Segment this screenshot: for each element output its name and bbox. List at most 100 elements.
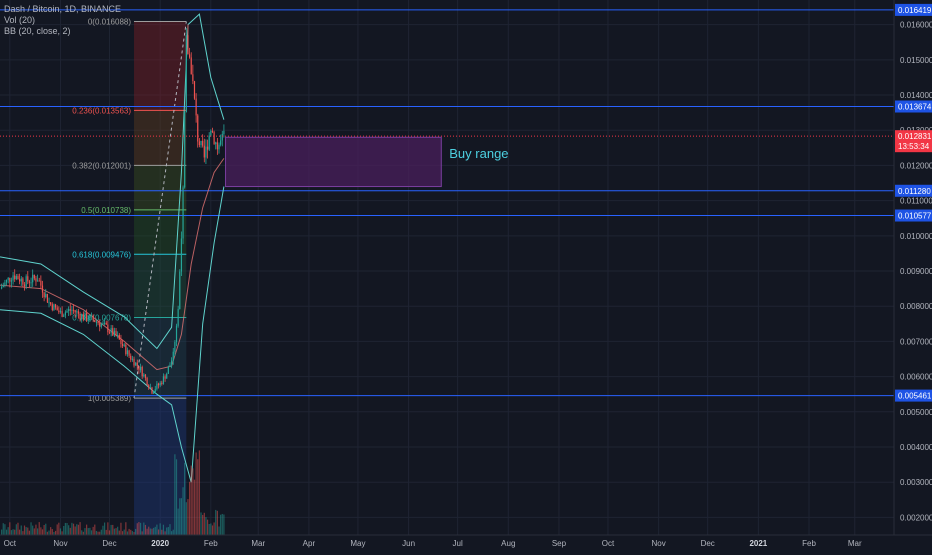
volume-bar [213,522,215,535]
level-price-badge-label: 0.016419 [898,6,932,15]
candle-body [23,284,26,287]
volume-bar [211,525,214,535]
volume-bar [95,530,98,535]
candle-body [146,377,148,386]
candle-body [162,376,165,384]
volume-bar [17,522,19,535]
candle-body [139,366,142,371]
time-axis-tick-label: Nov [652,539,666,548]
volume-bar [4,524,6,535]
bollinger-indicator-label[interactable]: BB (20, close, 2) [4,26,121,37]
candle-body [213,132,215,145]
time-axis [0,535,932,550]
candle-body [157,383,160,386]
volume-bar [12,529,14,535]
price-axis-tick-label: 0.016000 [900,21,932,30]
candle-body [32,274,34,283]
volume-bar [25,527,27,535]
candle-body [159,382,161,386]
candle-body [69,309,71,311]
candle-body [197,115,199,142]
volume-bar [105,529,107,535]
candle-body [53,304,55,311]
chart-area[interactable]: 0(0.016088) 0.236(0.013563) 0.382(0.012001… [0,0,932,550]
candle-body [71,309,73,311]
volume-bar [169,524,171,535]
volume-bar [54,530,57,535]
volume-indicator-label[interactable]: Vol (20) [4,15,121,26]
candle-body [90,315,93,317]
candle-body [175,325,178,342]
candle-body [205,146,207,158]
candle-body [2,285,4,287]
price-axis-tick-label: 0.008000 [900,302,932,311]
candle-body [87,320,89,322]
symbol-title[interactable]: Dash / Bitcoin, 1D, BINANCE [4,4,121,15]
candle-body [148,385,150,388]
candle-body [141,366,143,377]
volume-bar [190,465,192,535]
volume-bar [84,528,86,535]
volume-bar [136,523,138,535]
volume-bar [205,517,207,535]
time-axis-tick-label: Apr [303,539,316,548]
candle-body [200,140,202,146]
volume-bar [206,519,209,535]
volume-bar [210,523,212,535]
volume-bar [177,508,179,535]
volume-bar [203,512,205,535]
volume-bar [66,523,68,535]
candle-body [115,330,117,336]
price-axis-tick-label: 0.005000 [900,408,932,417]
volume-bar [221,513,223,535]
candle-body [27,276,29,282]
candle-body [74,310,76,313]
volume-bar [33,528,35,535]
volume-bar [28,530,31,535]
volume-bar [121,531,124,535]
candle-body [94,319,96,322]
candle-body [131,358,133,360]
volume-bar [123,529,125,535]
candle-body [218,144,220,150]
candle-body [110,328,112,333]
candle-body [192,74,194,82]
volume-bar [79,522,81,535]
candle-body [28,281,31,283]
candle-body [66,310,68,313]
time-axis-tick-label: Jun [402,539,415,548]
volume-bar [63,525,65,535]
volume-bar [5,529,8,535]
level-price-badge-label: 0.005461 [898,392,932,401]
volume-bar [102,525,104,535]
candle-body [149,387,151,389]
price-axis-tick-label: 0.004000 [900,443,932,452]
volume-bar [56,524,58,535]
volume-bar [32,525,34,535]
candle-body [117,335,119,337]
volume-bar [48,530,50,535]
volume-bar [216,510,218,535]
buy-range-box [225,136,442,188]
candle-body [108,332,111,334]
candle-body [1,286,3,289]
volume-bar [100,529,102,535]
volume-bar [112,524,114,535]
volume-bar [149,528,151,535]
fib-zone [134,165,187,210]
time-axis-tick-label: Aug [501,539,515,548]
volume-bar [175,459,178,535]
volume-bar [151,528,153,535]
volume-bar [195,452,197,535]
candle-body [48,302,50,304]
candle-body [153,391,155,394]
candle-body [136,362,138,367]
candle-body [82,314,84,320]
time-axis-tick-label: Sep [552,539,567,548]
volume-bar [167,527,169,535]
volume-bar [43,525,45,535]
price-chart[interactable]: 0(0.016088)0.236(0.013563)0.382(0.012001… [0,0,932,550]
volume-bar [72,523,75,535]
volume-bar [14,529,16,535]
candle-body [103,322,106,324]
